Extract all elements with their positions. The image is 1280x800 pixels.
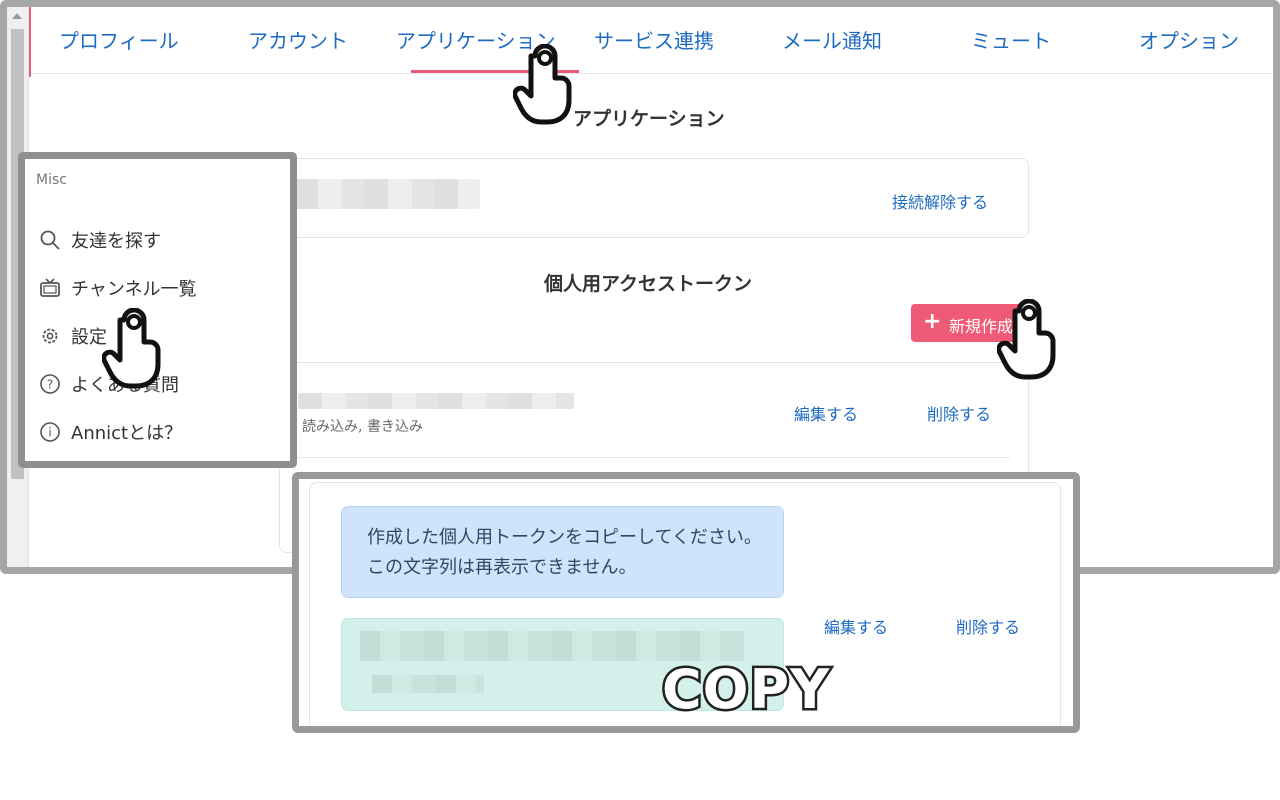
delete-new-token-link[interactable]: 削除する [956, 614, 1020, 638]
tab-email-notifications[interactable]: メール通知 [782, 25, 882, 54]
token-row-divider [294, 457, 1010, 458]
token-name-redacted [298, 393, 574, 409]
gear-icon [42, 328, 58, 344]
sidebar-item-label: チャンネル一覧 [71, 279, 197, 300]
token-value-redacted [360, 631, 744, 661]
disconnect-link[interactable]: 接続解除する [892, 189, 988, 213]
search-icon [40, 230, 60, 250]
application-name-redacted [294, 179, 480, 209]
copy-annotation: COPY [659, 656, 831, 724]
application-card: 接続解除する [279, 158, 1029, 238]
svg-text:i: i [48, 426, 51, 440]
tokens-title: 個人用アクセストークン [544, 273, 753, 295]
info-icon: i [40, 422, 60, 442]
plus-icon: + [923, 309, 942, 334]
tv-icon [40, 278, 60, 297]
tutorial-stage: プロフィール アカウント アプリケーション サービス連携 メール通知 ミュート … [0, 0, 1280, 800]
tab-options[interactable]: オプション [1139, 25, 1239, 54]
tab-service-integration[interactable]: サービス連携 [594, 25, 714, 54]
token-scopes: 読み込み, 書き込み [302, 419, 423, 435]
delete-token-link[interactable]: 削除する [927, 401, 991, 425]
svg-text:?: ? [47, 378, 53, 392]
misc-menu-title: Misc [36, 172, 67, 188]
edit-new-token-link[interactable]: 編集する [824, 614, 888, 638]
sidebar-item-label: Annictとは？ [71, 423, 183, 444]
scroll-up-arrow-icon[interactable] [12, 13, 22, 19]
hand-pointer-icon [997, 299, 1056, 380]
hand-pointer-icon [513, 44, 572, 125]
hand-pointer-icon [102, 308, 161, 389]
applications-title: アプリケーション [573, 108, 725, 130]
token-value-redacted-2 [372, 675, 484, 693]
edit-token-link[interactable]: 編集する [794, 401, 858, 425]
copy-notice-text: 作成した個人用トークンをコピーしてください。この文字列は再表示できません。 [367, 527, 762, 578]
sidebar-item-label: 友達を探す [71, 231, 161, 252]
tab-mute[interactable]: ミュート [971, 25, 1051, 54]
tab-profile[interactable]: プロフィール [59, 25, 179, 54]
question-icon: ? [40, 374, 60, 394]
copy-notice: 作成した個人用トークンをコピーしてください。この文字列は再表示できません。 [341, 506, 784, 598]
tab-account[interactable]: アカウント [248, 25, 348, 54]
settings-tabs: プロフィール アカウント アプリケーション サービス連携 メール通知 ミュート … [31, 7, 1273, 74]
